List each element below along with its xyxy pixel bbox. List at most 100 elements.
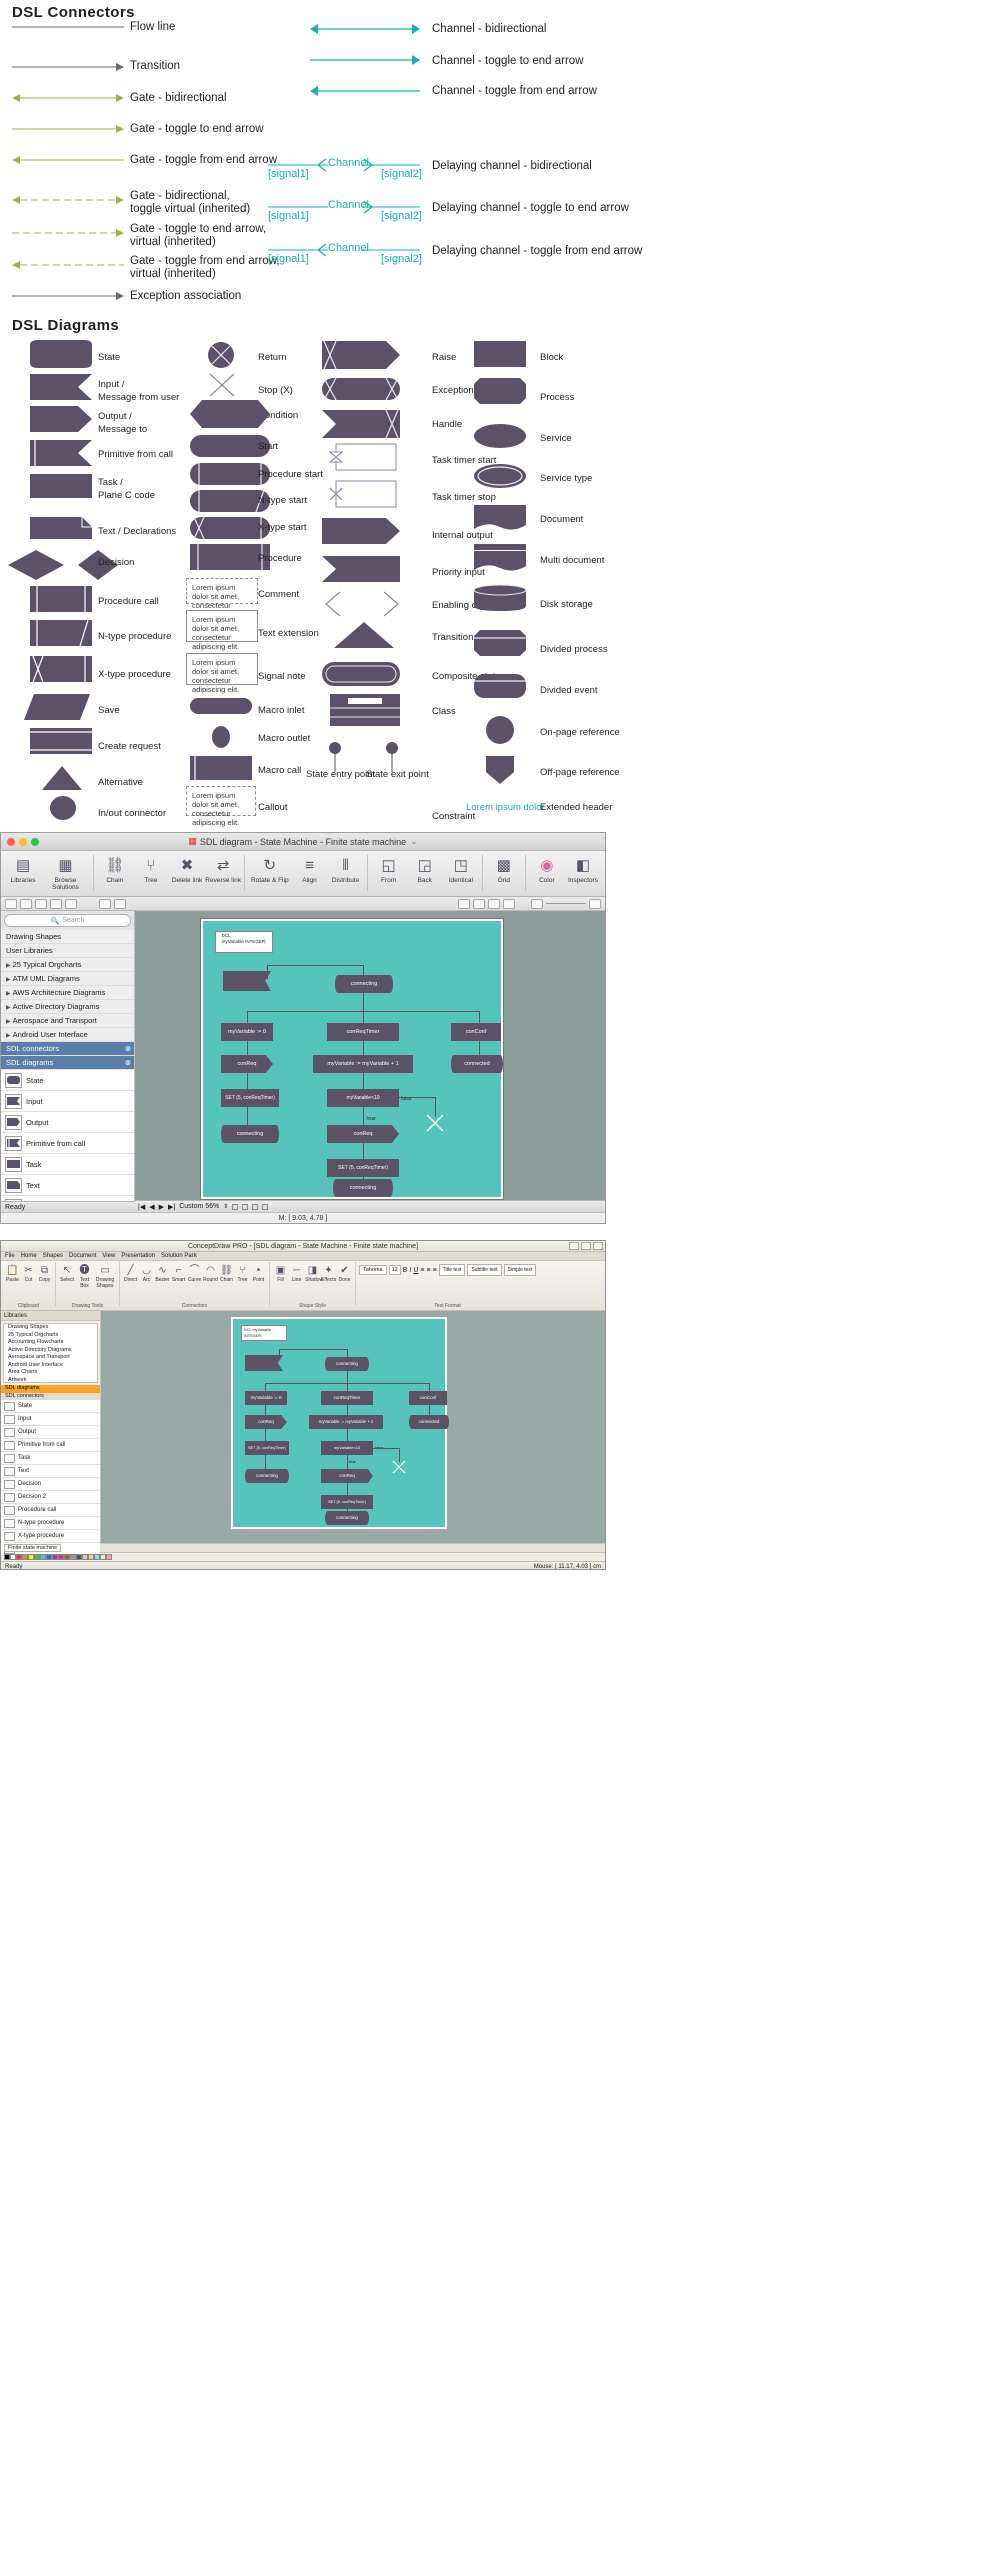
toolbar-back[interactable]: ◲ Back xyxy=(407,853,443,884)
win-drawing-page[interactable]: DCL myVariable INTEGER; connecting myVar… xyxy=(231,1317,449,1529)
win-canvas-node-input[interactable] xyxy=(245,1355,283,1371)
win-library-item-input[interactable]: Input xyxy=(1,1413,100,1426)
maximize-icon[interactable] xyxy=(581,1242,591,1250)
win-canvas[interactable]: DCL myVariable INTEGER; connecting myVar… xyxy=(101,1311,605,1543)
win-tree-drawing-shapes[interactable]: Drawing Shapes xyxy=(4,1324,97,1332)
tool-line-icon[interactable] xyxy=(50,898,62,909)
win-canvas-node-decision-myvar[interactable]: myVariable<10 xyxy=(321,1441,373,1455)
tool-zoom-slider-handle[interactable] xyxy=(531,898,543,909)
win-library-item-decision[interactable]: Decision xyxy=(1,1478,100,1491)
style-subtitle-text[interactable]: Subtitle text xyxy=(467,1264,502,1276)
zoom-icon[interactable] xyxy=(31,838,39,846)
tool-zoom-max-icon[interactable] xyxy=(589,898,601,909)
ribbon-fill[interactable]: ▣ Fill xyxy=(273,1264,288,1283)
sidebar-item-user-libraries[interactable]: User Libraries xyxy=(1,944,134,958)
canvas-node-connecting-3[interactable]: connecting xyxy=(333,1179,393,1197)
page-swatch[interactable] xyxy=(252,1203,259,1210)
chevron-down-icon[interactable]: ⌄ xyxy=(410,836,418,847)
ribbon-curve[interactable]: ⌒ Curve xyxy=(187,1264,202,1283)
win-tree-artwork[interactable]: Artwork xyxy=(4,1377,97,1383)
tab-shapes[interactable]: Shapes xyxy=(43,1253,63,1259)
win-library-item-decision-2[interactable]: Decision 2 xyxy=(1,1491,100,1504)
win-canvas-node-conreqtimer[interactable]: conReqTimer xyxy=(321,1391,373,1405)
close-icon[interactable] xyxy=(593,1242,603,1250)
tool-shape-icon[interactable] xyxy=(35,898,47,909)
sidebar-item-sdl-diagrams[interactable]: SDL diagrams ⊗ xyxy=(1,1056,134,1070)
tab-file[interactable]: File xyxy=(5,1253,15,1259)
italic-icon[interactable]: I xyxy=(409,1267,411,1274)
ribbon-chain[interactable]: ⛓ Chain xyxy=(219,1264,234,1283)
library-item-text[interactable]: Text xyxy=(1,1175,134,1196)
font-size-select[interactable]: 12 xyxy=(388,1265,401,1275)
ribbon-paste[interactable]: 📋 Paste xyxy=(5,1264,20,1283)
win-canvas-node-set-timer-1[interactable]: SET (5, conReqTimer) xyxy=(245,1441,289,1455)
win-canvas-node-connecting-2[interactable]: connecting xyxy=(245,1469,289,1483)
win-canvas-node-dcl-note[interactable]: DCL myVariable INTEGER; xyxy=(241,1325,287,1341)
canvas-node-connecting-2[interactable]: connecting xyxy=(221,1125,279,1143)
close-icon[interactable]: ⊗ xyxy=(125,1056,131,1070)
win-canvas-node-myvariable-incr[interactable]: myVariable := myVariable + 1 xyxy=(309,1415,383,1429)
sidebar-item-atm-uml-diagrams[interactable]: ▶ ATM UML Diagrams xyxy=(1,972,134,986)
tab-document[interactable]: Document xyxy=(69,1253,96,1259)
tool-stroke-icon[interactable] xyxy=(114,898,126,909)
win-canvas-node-set-timer-2[interactable]: SET (5, conReqTimer) xyxy=(321,1495,373,1509)
sidebar-item-active-directory[interactable]: ▶ Active Directory Diagrams xyxy=(1,1000,134,1014)
win-window-buttons[interactable] xyxy=(569,1242,603,1250)
tool-zoom-out-icon[interactable] xyxy=(458,898,470,909)
toolbar-distribute[interactable]: ⦀ Distribute xyxy=(328,853,364,884)
win-canvas-node-myvariable-0[interactable]: myVariable := 0 xyxy=(245,1391,287,1405)
sidebar-item-sdl-connectors[interactable]: SDL connectors ⊗ xyxy=(1,1042,134,1056)
tool-text-icon[interactable] xyxy=(20,898,32,909)
canvas-node-conreq-1[interactable]: conReq xyxy=(221,1055,273,1073)
mac-canvas[interactable]: DCL myVariable INTEGER; connecting myVar… xyxy=(135,911,605,1215)
win-tree-area-charts[interactable]: Area Charts xyxy=(4,1369,97,1377)
ribbon-effects[interactable]: ✦ Effects xyxy=(321,1264,336,1283)
tool-pan-icon[interactable] xyxy=(503,898,515,909)
library-item-task[interactable]: Task xyxy=(1,1154,134,1175)
underline-icon[interactable]: U xyxy=(413,1267,418,1274)
canvas-node-connected[interactable]: connected xyxy=(451,1055,503,1073)
canvas-node-set-timer-1[interactable]: SET (5, conReqTimer) xyxy=(221,1089,279,1107)
win-library-item-primitive-from-call[interactable]: Primitive from call xyxy=(1,1439,100,1452)
ribbon-drawing-shapes[interactable]: ▭ Drawing Shapes xyxy=(94,1264,116,1289)
canvas-node-myvariable-incr[interactable]: myVariable := myVariable + 1 xyxy=(313,1055,413,1073)
canvas-node-connecting-1[interactable]: connecting xyxy=(335,975,393,993)
ribbon-text-box[interactable]: 🅣 Text Box xyxy=(76,1264,93,1289)
win-library-item-text[interactable]: Text xyxy=(1,1465,100,1478)
canvas-node-conreq-2[interactable]: conReq xyxy=(327,1125,399,1143)
sidebar-item-aws-architecture[interactable]: ▶ AWS Architecture Diagrams xyxy=(1,986,134,1000)
page-nav-next-icon[interactable]: ▶ xyxy=(159,1203,164,1211)
win-library-item-task[interactable]: Task xyxy=(1,1452,100,1465)
toolbar-tree[interactable]: ⑂ Tree xyxy=(133,853,169,884)
win-canvas-node-connecting-3[interactable]: connecting xyxy=(325,1511,369,1525)
page-nav-last-icon[interactable]: ▶| xyxy=(168,1203,175,1211)
toolbar-reverse-link[interactable]: ⇄ Reverse link xyxy=(205,853,241,884)
ribbon-copy[interactable]: ⧉ Copy xyxy=(37,1264,52,1283)
sidebar-item-aerospace[interactable]: ▶ Aerospace and Transport xyxy=(1,1014,134,1028)
win-tree-25-typical-orgcharts[interactable]: 25 Typical Orgcharts xyxy=(4,1332,97,1340)
win-canvas-node-conreq-2[interactable]: conReq xyxy=(321,1469,373,1483)
tab-view[interactable]: View xyxy=(102,1253,115,1259)
win-tree-sdl-diagrams[interactable]: SDL diagrams xyxy=(1,1385,100,1393)
ribbon-line[interactable]: ─ Line xyxy=(289,1264,304,1283)
toolbar-align[interactable]: ≡ Align xyxy=(291,853,327,884)
sidebar-item-android-ui[interactable]: ▶ Android User Interface xyxy=(1,1028,134,1042)
close-icon[interactable]: ⊗ xyxy=(125,1042,131,1056)
win-tree-active-directory[interactable]: Active Directory Diagrams xyxy=(4,1347,97,1355)
zoom-slider-track[interactable] xyxy=(546,903,586,904)
style-simple-text[interactable]: Simple text xyxy=(503,1264,537,1276)
toolbar-rotate-flip[interactable]: ↻ Rotate & Flip xyxy=(248,853,291,884)
canvas-node-conreqtimer[interactable]: conReqTimer xyxy=(327,1023,399,1041)
canvas-node-myvariable-0[interactable]: myVariable := 0 xyxy=(221,1023,273,1041)
minimize-icon[interactable] xyxy=(569,1242,579,1250)
stepper-icon[interactable]: ⇕ xyxy=(223,1203,228,1210)
mac-traffic-lights[interactable] xyxy=(7,838,39,846)
style-title-text[interactable]: Title text xyxy=(438,1264,466,1276)
win-library-item-procedure-call[interactable]: Procedure call xyxy=(1,1504,100,1517)
canvas-node-conconf[interactable]: conConf xyxy=(451,1023,501,1041)
library-item-primitive-from-call[interactable]: Primitive from call xyxy=(1,1133,134,1154)
align-left-icon[interactable]: ≡ xyxy=(420,1267,424,1274)
sidebar-item-drawing-shapes[interactable]: Drawing Shapes xyxy=(1,930,134,944)
win-tree-accounting-flowcharts[interactable]: Accounting Flowcharts xyxy=(4,1339,97,1347)
tab-presentation[interactable]: Presentation xyxy=(121,1253,155,1259)
